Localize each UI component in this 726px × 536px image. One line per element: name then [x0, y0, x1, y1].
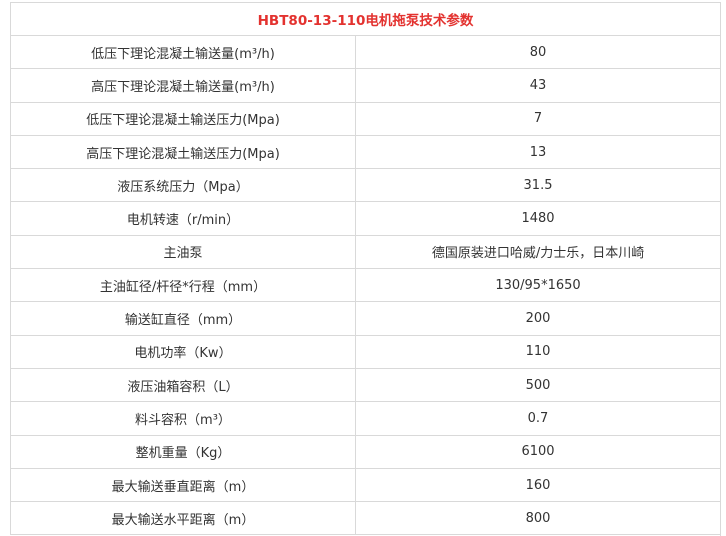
- param-label: 整机重量（Kg）: [10, 434, 356, 469]
- param-value: 110: [354, 334, 722, 369]
- param-label: 最大输送水平距离（m）: [10, 501, 356, 536]
- param-label: 电机转速（r/min）: [10, 201, 356, 236]
- spec-table-body: HBT80-13-110电机拖泵技术参数 低压下理论混凝土输送量(m³/h) 8…: [9, 2, 722, 536]
- param-label: 低压下理论混凝土输送量(m³/h): [10, 34, 356, 70]
- param-value: 7: [354, 101, 722, 136]
- param-label: 高压下理论混凝土输送压力(Mpa): [10, 134, 356, 170]
- param-label: 液压油箱容积（L）: [10, 367, 356, 403]
- table-row: 电机功率（Kw） 110: [10, 334, 722, 369]
- param-label: 料斗容积（m³）: [10, 401, 356, 436]
- param-value: 130/95*1650: [354, 268, 722, 303]
- table-row: 液压系统压力（Mpa） 31.5: [10, 168, 722, 203]
- table-row: 最大输送水平距离（m） 800: [10, 501, 722, 536]
- table-title: HBT80-13-110电机拖泵技术参数: [9, 2, 722, 36]
- table-row: 整机重量（Kg） 6100: [10, 434, 722, 469]
- param-label: 最大输送垂直距离（m）: [10, 467, 356, 503]
- param-value: 31.5: [354, 168, 722, 203]
- param-label: 液压系统压力（Mpa）: [10, 168, 356, 203]
- param-label: 主油泵: [10, 234, 356, 270]
- param-value: 0.7: [354, 401, 722, 436]
- param-label: 低压下理论混凝土输送压力(Mpa): [10, 101, 356, 136]
- param-value: 200: [354, 301, 722, 336]
- param-label: 主油缸径/杆径*行程（mm）: [10, 268, 356, 303]
- param-label: 高压下理论混凝土输送量(m³/h): [10, 68, 356, 103]
- table-row: 最大输送垂直距离（m） 160: [10, 467, 722, 503]
- param-value: 80: [354, 34, 722, 70]
- param-value: 6100: [354, 434, 722, 469]
- table-row: 主油缸径/杆径*行程（mm） 130/95*1650: [10, 268, 722, 303]
- param-value: 德国原装进口哈威/力士乐，日本川崎: [354, 234, 722, 270]
- table-row: 高压下理论混凝土输送压力(Mpa) 13: [10, 134, 722, 170]
- param-label: 输送缸直径（mm）: [10, 301, 356, 336]
- param-value: 13: [354, 134, 722, 170]
- spec-table: HBT80-13-110电机拖泵技术参数 低压下理论混凝土输送量(m³/h) 8…: [9, 2, 722, 536]
- table-row: 高压下理论混凝土输送量(m³/h) 43: [10, 68, 722, 103]
- table-row: 输送缸直径（mm） 200: [10, 301, 722, 336]
- table-row: 低压下理论混凝土输送量(m³/h) 80: [10, 34, 722, 70]
- table-row: 液压油箱容积（L） 500: [10, 367, 722, 403]
- param-value: 500: [354, 367, 722, 403]
- table-row: 低压下理论混凝土输送压力(Mpa) 7: [10, 101, 722, 136]
- param-value: 160: [354, 467, 722, 503]
- param-value: 800: [354, 501, 722, 536]
- table-title-row: HBT80-13-110电机拖泵技术参数: [9, 2, 722, 36]
- table-row: 料斗容积（m³） 0.7: [10, 401, 722, 436]
- table-row: 电机转速（r/min） 1480: [10, 201, 722, 236]
- table-row: 主油泵 德国原装进口哈威/力士乐，日本川崎: [10, 234, 722, 270]
- table-right-border: [720, 2, 721, 536]
- param-label: 电机功率（Kw）: [10, 334, 356, 369]
- param-value: 43: [354, 68, 722, 103]
- param-value: 1480: [354, 201, 722, 236]
